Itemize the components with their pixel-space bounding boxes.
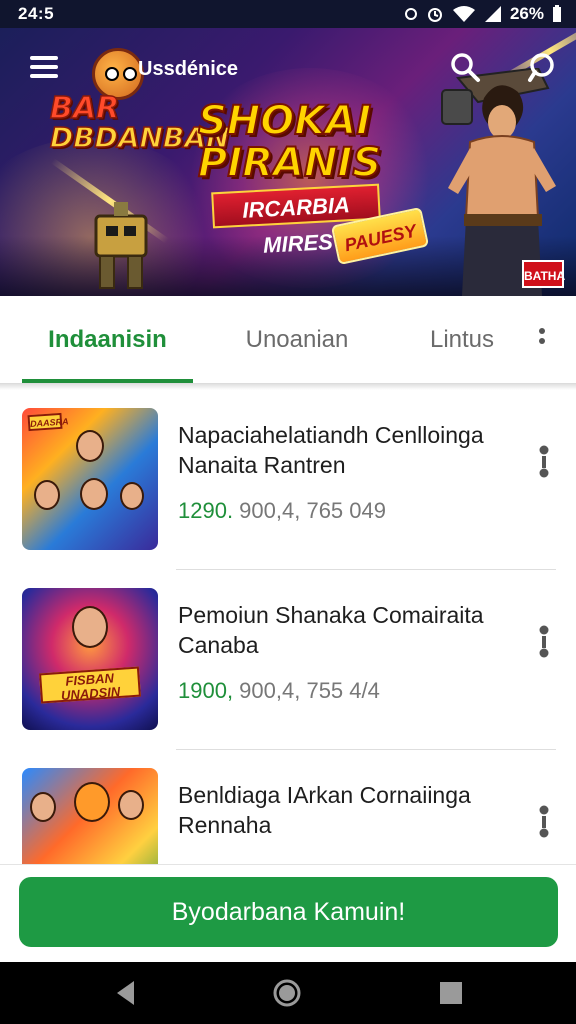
menu-button[interactable] (30, 56, 58, 82)
home-icon (273, 979, 301, 1007)
item-meta-primary: 1290. (178, 498, 234, 523)
hero-title: SHOKAI PIRANIS (197, 98, 382, 186)
tab-bar: Indaanisin Unoanian Lintus (0, 296, 576, 384)
more-vertical-icon (539, 805, 549, 838)
search-icon (451, 53, 480, 82)
chat-icon (528, 53, 554, 82)
status-time: 24:5 (18, 4, 55, 23)
battery-level: 26% (509, 4, 544, 23)
active-tab-indicator (22, 379, 193, 383)
notification-icon (404, 8, 417, 20)
tab-1[interactable]: Unoanian (222, 296, 372, 384)
character-face (80, 478, 108, 510)
recents-button[interactable] (436, 978, 466, 1008)
back-icon (117, 981, 134, 1005)
status-bar: 24:5 26% (0, 0, 576, 28)
thumb-badge: FISBAN UNADSIN (39, 666, 141, 704)
hero-banner[interactable]: BAR DBDANBAN Ussdénice SHOKAI PIRANIS IR… (0, 28, 576, 296)
item-meta: 1290. 900,4, 765 049 (178, 498, 386, 524)
item-meta-secondary: 900,4, 755 4/4 (233, 678, 380, 703)
app-title: Ussdénice (138, 58, 239, 80)
hero-title-line2: PIRANIS (197, 140, 382, 186)
signal-icon (484, 6, 501, 22)
back-button[interactable] (112, 978, 142, 1008)
game-list: DAASRA Napaciahelatiandh Cenlloinga Nana… (0, 390, 576, 864)
game-thumbnail (22, 768, 158, 864)
item-more-button[interactable] (532, 624, 556, 660)
hero-corner-tag: BATHA (522, 260, 565, 288)
tab-2[interactable]: Lintus (412, 296, 512, 384)
recents-icon (440, 982, 462, 1004)
item-more-button[interactable] (532, 444, 556, 480)
game-thumbnail: DAASRA (22, 408, 158, 550)
tab-0[interactable]: Indaanisin (22, 296, 193, 384)
logo-line1: BAR (49, 91, 120, 126)
more-vertical-icon (539, 328, 545, 334)
item-title: Napaciahelatiandh Cenlloinga Nanaita Ran… (178, 422, 484, 478)
item-title: Benldiaga IArkan Cornaiinga Rennaha (178, 782, 471, 838)
character-face (120, 482, 144, 510)
item-meta-secondary: 900,4, 765 049 (233, 498, 386, 523)
item-meta: 1900, 900,4, 755 4/4 (178, 678, 380, 704)
game-thumbnail: FISBAN UNADSIN (22, 588, 158, 730)
chat-button[interactable] (524, 50, 558, 84)
item-more-button[interactable] (532, 804, 556, 840)
bottom-action-area: Byodarbana Kamuin! (0, 864, 576, 962)
item-title: Pemoiun Shanaka Comairaita Canaba (178, 602, 484, 658)
character-face (30, 792, 56, 822)
primary-action-button[interactable]: Byodarbana Kamuin! (19, 877, 558, 947)
system-nav-bar (0, 962, 576, 1024)
list-item[interactable]: DAASRA Napaciahelatiandh Cenlloinga Nana… (0, 390, 576, 570)
more-vertical-icon (539, 625, 549, 658)
character-face (118, 790, 144, 820)
wifi-icon (452, 6, 475, 22)
list-item[interactable]: FISBAN UNADSIN Pemoiun Shanaka Comairait… (0, 570, 576, 750)
menu-icon (30, 56, 58, 60)
hero-title-line1: SHOKAI (197, 98, 372, 144)
battery-icon (553, 5, 561, 22)
more-vertical-icon (539, 445, 549, 478)
character-face (72, 606, 108, 648)
search-button[interactable] (448, 50, 482, 84)
alarm-icon (427, 8, 442, 22)
item-meta-primary: 1900, (178, 678, 234, 703)
list-item[interactable]: Benldiaga IArkan Cornaiinga Rennaha (0, 750, 576, 864)
character-face (76, 430, 104, 462)
thumb-badge: DAASRA (27, 412, 69, 432)
character-face (74, 782, 110, 822)
status-icons: 26% (404, 4, 562, 24)
home-button[interactable] (272, 978, 302, 1008)
character-face (34, 480, 60, 510)
tab-more-button[interactable] (528, 324, 556, 356)
robot-character (94, 202, 148, 289)
app-screen: 24:5 26% BAR DBDANBAN Ussdénice SHOKAI P… (0, 0, 576, 1024)
